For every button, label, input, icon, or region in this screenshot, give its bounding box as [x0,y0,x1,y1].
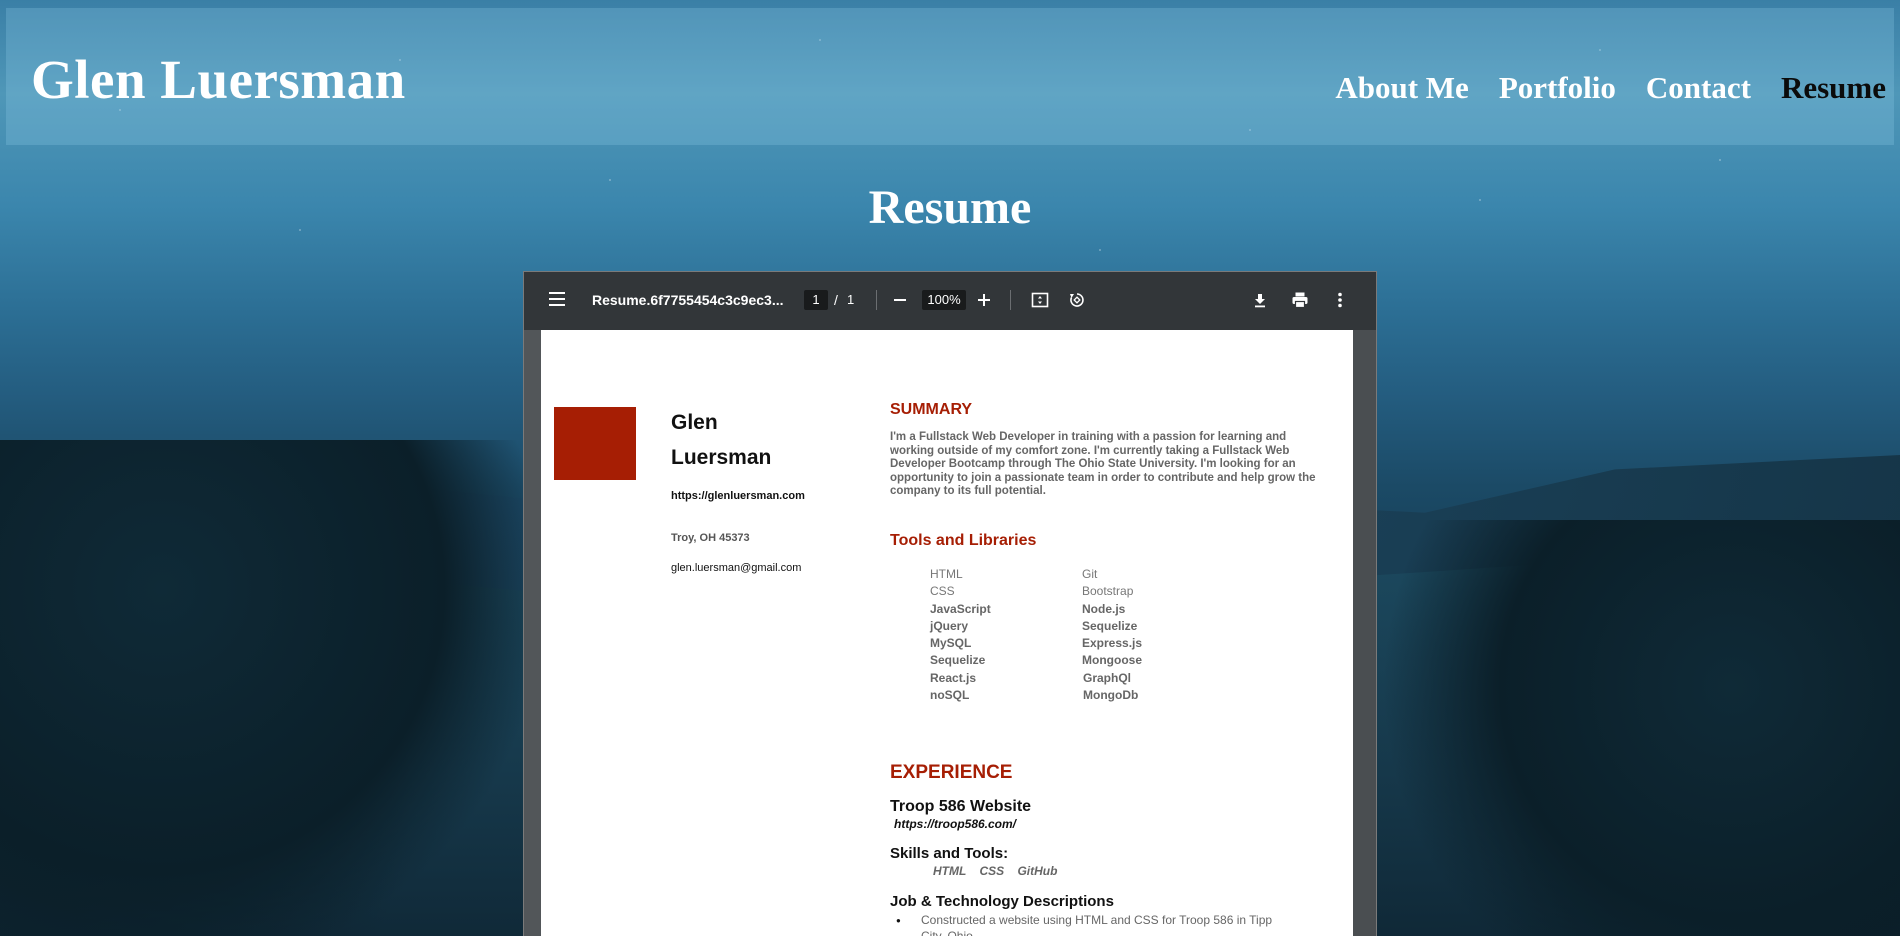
fit-page-icon[interactable] [1028,288,1052,312]
tools-heading: Tools and Libraries [890,532,1037,549]
experience-heading: EXPERIENCE [890,762,1013,783]
page-separator: / [834,292,838,308]
site-header: Glen Luersman About Me Portfolio Contact… [6,8,1894,145]
pdf-viewer: Resume.6f7755454c3c9ec3... 1 / 1 100% Gl… [524,272,1376,936]
profile-photo [554,407,636,480]
nav-contact[interactable]: Contact [1646,70,1751,106]
resume-location: Troy, OH 45373 [671,532,750,544]
zoom-level-input[interactable]: 100% [922,290,966,310]
trees-left-background [0,440,540,936]
tool-item: Git [1082,567,1098,581]
tool-item: Sequelize [1082,619,1138,633]
page-number-input[interactable]: 1 [804,290,828,310]
job-description-label: Job & Technology Descriptions [890,893,1114,910]
tool-item: CSS [930,584,955,598]
toolbar-divider [1010,290,1011,310]
resume-page: Glen Luersman https://glenluersman.com T… [541,330,1353,936]
job-url-link[interactable]: https://troop586.com/ [894,817,1016,831]
tool-item: MongoDb [1083,688,1139,702]
resume-website-link[interactable]: https://glenluersman.com [671,490,805,502]
pdf-toolbar: Resume.6f7755454c3c9ec3... 1 / 1 100% [524,272,1376,330]
rotate-icon[interactable] [1065,288,1089,312]
tool-item: noSQL [930,688,970,702]
zoom-in-icon[interactable] [972,288,996,312]
skills-label: Skills and Tools: [890,845,1009,862]
tool-item: JavaScript [930,602,991,616]
nav-portfolio[interactable]: Portfolio [1499,70,1616,106]
nav-resume[interactable]: Resume [1781,70,1886,106]
resume-name: Glen Luersman [671,411,772,469]
site-title[interactable]: Glen Luersman [31,48,406,111]
summary-text: I'm a Fullstack Web Developer in trainin… [890,431,1316,497]
more-vert-icon[interactable] [1328,288,1352,312]
viewer-scrollbar[interactable] [1353,330,1376,936]
tool-item: Mongoose [1082,653,1142,667]
tool-item: GraphQl [1083,671,1132,685]
tool-item: Express.js [1082,636,1143,650]
main-nav: About Me Portfolio Contact Resume [1335,70,1886,106]
download-icon[interactable] [1248,288,1272,312]
zoom-out-icon[interactable] [888,288,912,312]
skills-list: HTML CSS GitHub [933,864,1058,878]
page-total: 1 [847,292,855,307]
viewer-gutter [524,330,541,936]
trees-right-background [1340,520,1900,936]
job-description-item: Constructed a website using HTML and CSS… [896,912,1281,936]
job-title: Troop 586 Website [890,798,1032,815]
tool-item: React.js [930,671,977,685]
resume-email[interactable]: glen.luersman@gmail.com [671,562,801,574]
tool-item: Node.js [1082,602,1126,616]
tool-item: Bootstrap [1082,584,1134,598]
page-title: Resume [868,181,1032,234]
tool-item: jQuery [930,619,969,633]
menu-icon[interactable] [549,292,565,306]
nav-about-me[interactable]: About Me [1335,70,1468,106]
pdf-filename: Resume.6f7755454c3c9ec3... [592,292,784,308]
print-icon[interactable] [1288,288,1312,312]
tool-item: HTML [930,567,963,581]
tool-item: Sequelize [930,653,986,667]
toolbar-divider [876,290,877,310]
tool-item: MySQL [930,636,972,650]
summary-heading: SUMMARY [890,401,973,418]
